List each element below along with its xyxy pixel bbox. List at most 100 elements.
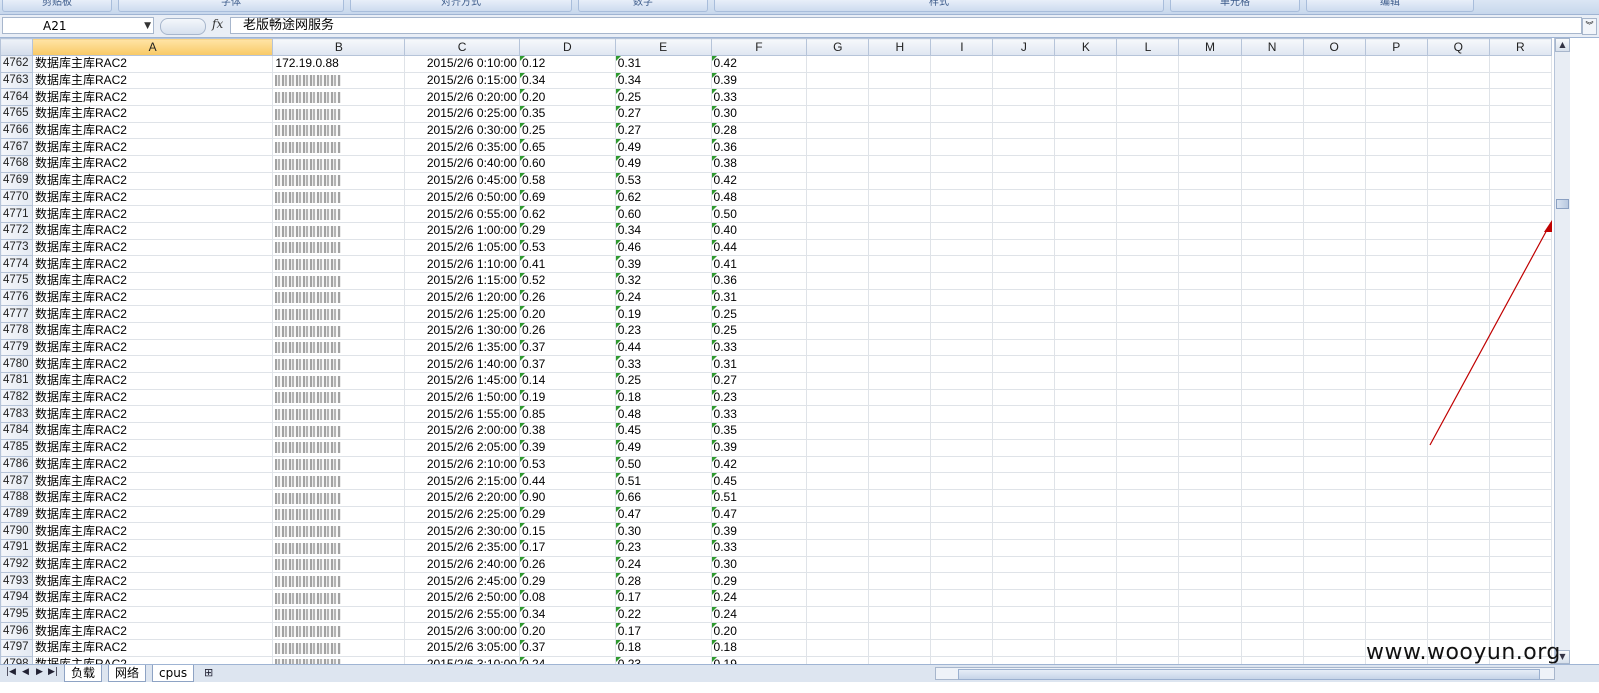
cell-timestamp[interactable]: 2015/2/6 1:50:00 bbox=[404, 388, 520, 407]
empty-cell[interactable] bbox=[930, 572, 994, 590]
empty-cell[interactable] bbox=[806, 338, 870, 357]
cell-timestamp[interactable]: 2015/2/6 0:40:00 bbox=[404, 155, 520, 173]
sheet-tab-load[interactable]: 负载 bbox=[64, 665, 103, 682]
row-header[interactable]: 4784 bbox=[0, 422, 33, 440]
empty-cell[interactable] bbox=[1240, 255, 1304, 273]
cell-load-5min[interactable]: 0.23 bbox=[614, 655, 712, 664]
empty-cell[interactable] bbox=[1364, 622, 1428, 641]
empty-cell[interactable] bbox=[868, 538, 932, 557]
empty-cell[interactable] bbox=[868, 422, 932, 440]
cell-timestamp[interactable]: 2015/2/6 1:25:00 bbox=[404, 305, 520, 323]
empty-cell[interactable] bbox=[1240, 455, 1304, 474]
empty-cell[interactable] bbox=[868, 555, 932, 574]
empty-cell[interactable] bbox=[1302, 121, 1366, 140]
empty-cell[interactable] bbox=[930, 372, 994, 390]
column-header-q[interactable]: Q bbox=[1426, 38, 1490, 56]
cell-load-1min[interactable]: 0.37 bbox=[518, 639, 616, 657]
cell-ip-address[interactable] bbox=[272, 338, 406, 357]
row-header[interactable]: 4791 bbox=[0, 538, 33, 557]
cell-host-name[interactable]: 数据库主库RAC2 bbox=[31, 255, 274, 273]
empty-cell[interactable] bbox=[868, 305, 932, 323]
cell-ip-address[interactable] bbox=[272, 305, 406, 323]
cell-load-15min[interactable]: 0.33 bbox=[710, 338, 808, 357]
empty-cell[interactable] bbox=[1302, 405, 1366, 424]
empty-cell[interactable] bbox=[1302, 455, 1366, 474]
empty-cell[interactable] bbox=[1054, 188, 1118, 207]
empty-cell[interactable] bbox=[806, 455, 870, 474]
empty-cell[interactable] bbox=[1178, 121, 1242, 140]
empty-cell[interactable] bbox=[1426, 572, 1490, 590]
empty-cell[interactable] bbox=[1364, 488, 1428, 507]
cell-load-5min[interactable]: 0.18 bbox=[614, 388, 712, 407]
cell-load-1min[interactable]: 0.26 bbox=[518, 555, 616, 574]
empty-cell[interactable] bbox=[1488, 138, 1552, 157]
empty-cell[interactable] bbox=[1240, 522, 1304, 540]
cell-ip-address[interactable] bbox=[272, 639, 406, 657]
cell-timestamp[interactable]: 2015/2/6 1:35:00 bbox=[404, 338, 520, 357]
column-header-c[interactable]: C bbox=[404, 38, 520, 56]
empty-cell[interactable] bbox=[1054, 322, 1118, 340]
empty-cell[interactable] bbox=[992, 338, 1056, 357]
empty-cell[interactable] bbox=[1178, 55, 1242, 73]
cell-load-1min[interactable]: 0.15 bbox=[518, 522, 616, 540]
cell-load-5min[interactable]: 0.45 bbox=[614, 422, 712, 440]
ribbon-group-number[interactable]: 数字 bbox=[578, 0, 708, 12]
empty-cell[interactable] bbox=[806, 55, 870, 73]
empty-cell[interactable] bbox=[1178, 255, 1242, 273]
empty-cell[interactable] bbox=[1116, 555, 1180, 574]
cell-load-15min[interactable]: 0.45 bbox=[710, 472, 808, 490]
empty-cell[interactable] bbox=[1054, 305, 1118, 323]
empty-cell[interactable] bbox=[1240, 121, 1304, 140]
empty-cell[interactable] bbox=[806, 288, 870, 307]
empty-cell[interactable] bbox=[1302, 639, 1366, 657]
empty-cell[interactable] bbox=[1302, 188, 1366, 207]
empty-cell[interactable] bbox=[992, 188, 1056, 207]
empty-cell[interactable] bbox=[868, 105, 932, 123]
empty-cell[interactable] bbox=[1240, 372, 1304, 390]
empty-cell[interactable] bbox=[1178, 105, 1242, 123]
empty-cell[interactable] bbox=[1426, 505, 1490, 524]
cell-load-5min[interactable]: 0.32 bbox=[614, 271, 712, 290]
cell-load-5min[interactable]: 0.19 bbox=[614, 305, 712, 323]
empty-cell[interactable] bbox=[1302, 422, 1366, 440]
empty-cell[interactable] bbox=[806, 105, 870, 123]
empty-cell[interactable] bbox=[930, 505, 994, 524]
cell-load-1min[interactable]: 0.26 bbox=[518, 288, 616, 307]
empty-cell[interactable] bbox=[1178, 88, 1242, 107]
empty-cell[interactable] bbox=[868, 255, 932, 273]
empty-cell[interactable] bbox=[1302, 238, 1366, 257]
empty-cell[interactable] bbox=[1178, 605, 1242, 624]
cell-host-name[interactable]: 数据库主库RAC2 bbox=[31, 71, 274, 90]
cell-ip-address[interactable] bbox=[272, 288, 406, 307]
cell-load-15min[interactable]: 0.39 bbox=[710, 71, 808, 90]
cell-timestamp[interactable]: 2015/2/6 2:45:00 bbox=[404, 572, 520, 590]
cell-timestamp[interactable]: 2015/2/6 0:45:00 bbox=[404, 171, 520, 190]
cell-load-1min[interactable]: 0.17 bbox=[518, 538, 616, 557]
ribbon-group-font[interactable]: 字体 bbox=[118, 0, 344, 12]
worksheet-grid[interactable]: ABCDEFGHIJKLMNOPQR 4762 数据库主库RAC2 172.19.0… bbox=[0, 38, 1552, 664]
row-header[interactable]: 4787 bbox=[0, 472, 33, 490]
empty-cell[interactable] bbox=[806, 305, 870, 323]
cell-host-name[interactable]: 数据库主库RAC2 bbox=[31, 589, 274, 607]
empty-cell[interactable] bbox=[992, 271, 1056, 290]
empty-cell[interactable] bbox=[1116, 255, 1180, 273]
cell-ip-address[interactable] bbox=[272, 388, 406, 407]
empty-cell[interactable] bbox=[868, 388, 932, 407]
empty-cell[interactable] bbox=[1364, 422, 1428, 440]
empty-cell[interactable] bbox=[1178, 422, 1242, 440]
empty-cell[interactable] bbox=[806, 88, 870, 107]
empty-cell[interactable] bbox=[1054, 255, 1118, 273]
cell-ip-address[interactable] bbox=[272, 405, 406, 424]
empty-cell[interactable] bbox=[930, 138, 994, 157]
cell-ip-address[interactable] bbox=[272, 538, 406, 557]
ribbon-group-alignment[interactable]: 对齐方式 bbox=[350, 0, 572, 12]
cell-load-5min[interactable]: 0.66 bbox=[614, 488, 712, 507]
empty-cell[interactable] bbox=[1116, 405, 1180, 424]
empty-cell[interactable] bbox=[1426, 538, 1490, 557]
cell-load-15min[interactable]: 0.35 bbox=[710, 422, 808, 440]
empty-cell[interactable] bbox=[992, 438, 1056, 457]
cell-timestamp[interactable]: 2015/2/6 0:25:00 bbox=[404, 105, 520, 123]
empty-cell[interactable] bbox=[1054, 455, 1118, 474]
empty-cell[interactable] bbox=[1302, 71, 1366, 90]
cell-timestamp[interactable]: 2015/2/6 1:00:00 bbox=[404, 221, 520, 240]
